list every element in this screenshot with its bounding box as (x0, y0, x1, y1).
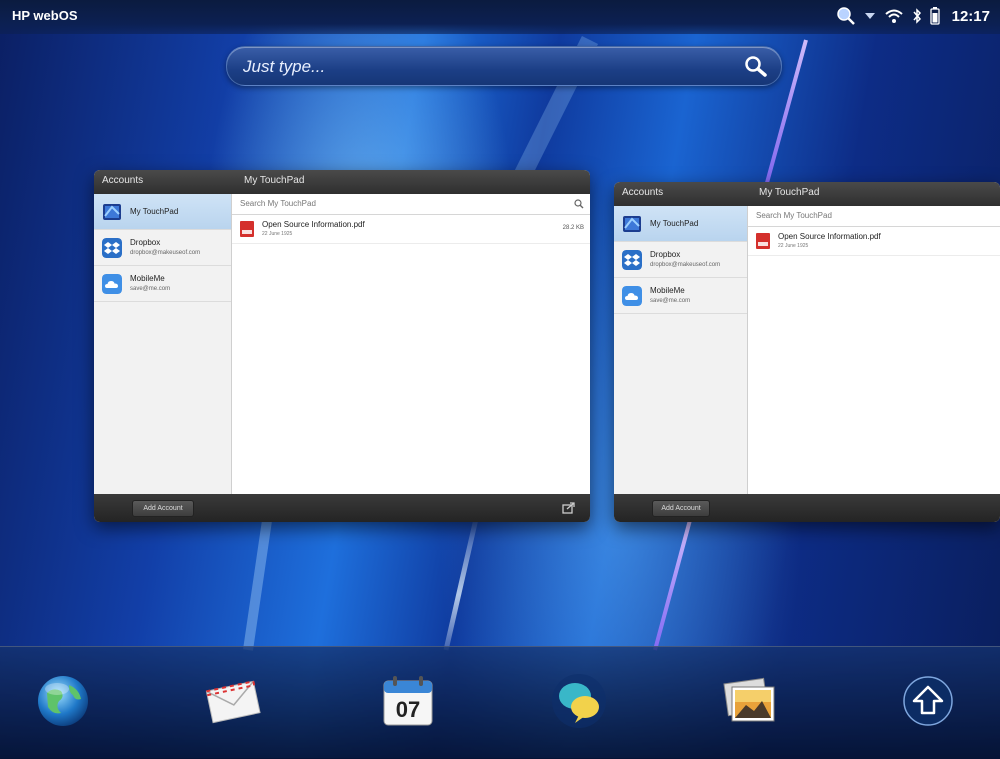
pane-title: My TouchPad (244, 175, 305, 186)
calendar-day: 07 (395, 697, 421, 722)
files-search-field[interactable]: Search My TouchPad (748, 206, 1000, 227)
search-icon[interactable] (743, 54, 769, 78)
accounts-sidebar: My TouchPad Dropbox dropbox@makeuseof.co… (614, 206, 748, 494)
globe-icon[interactable] (33, 671, 93, 731)
account-item-dropbox[interactable]: Dropbox dropbox@makeuseof.com (614, 242, 747, 278)
account-name: My TouchPad (130, 207, 179, 216)
card-header: Accounts My TouchPad (614, 182, 1000, 206)
wifi-icon[interactable] (884, 8, 904, 24)
pdf-file-icon (240, 221, 254, 237)
status-icons: 12:17 (836, 6, 990, 26)
touchpad-icon (103, 204, 121, 220)
add-account-button[interactable]: Add Account (652, 500, 710, 517)
chat-bubbles-icon[interactable] (549, 671, 609, 731)
accounts-sidebar: My TouchPad Dropbox dropbox@makeuseof.co… (94, 194, 232, 494)
app-card-touchpad-files[interactable]: Accounts My TouchPad My TouchPad Dropbox… (94, 170, 590, 522)
account-email: save@me.com (650, 298, 691, 304)
up-arrow-icon[interactable] (898, 671, 958, 731)
pane-title: My TouchPad (759, 187, 820, 198)
account-item-my-touchpad[interactable]: My TouchPad (94, 194, 231, 230)
dropbox-icon (622, 250, 642, 270)
quick-launch-dock: 07 (0, 646, 1000, 759)
account-item-dropbox[interactable]: Dropbox dropbox@makeuseof.com (94, 230, 231, 266)
status-bar: HP webOS 12:17 (0, 0, 1000, 34)
account-email: dropbox@makeuseof.com (650, 262, 721, 268)
accounts-header: Accounts (102, 175, 144, 186)
bluetooth-icon[interactable] (912, 8, 922, 24)
account-name: Dropbox (130, 238, 161, 247)
dropbox-icon (102, 238, 122, 258)
pdf-file-icon (756, 233, 770, 249)
card-header: Accounts My TouchPad (94, 170, 590, 194)
mobileme-cloud-icon (102, 274, 122, 294)
just-type-search-bar[interactable] (226, 46, 782, 86)
card-footer: Add Account (614, 494, 1000, 522)
battery-icon[interactable] (929, 7, 940, 25)
account-item-mobileme[interactable]: MobileMe save@me.com (614, 278, 747, 314)
account-name: MobileMe (650, 286, 685, 295)
file-date: 22 June 1925 (778, 243, 809, 249)
calendar-icon[interactable]: 07 (378, 671, 438, 731)
account-email: dropbox@makeuseof.com (130, 250, 201, 256)
files-pane: Search My TouchPad Open Source Informati… (748, 206, 1000, 494)
file-row[interactable]: Open Source Information.pdf 22 June 1925 (748, 227, 1000, 256)
files-pane: Search My TouchPad Open Source Informati… (232, 194, 590, 494)
photos-icon[interactable] (720, 671, 780, 731)
file-name: Open Source Information.pdf (262, 220, 365, 229)
just-type-input[interactable] (241, 53, 725, 81)
add-account-button[interactable]: Add Account (132, 500, 194, 517)
card-footer: Add Account (94, 494, 590, 522)
files-search-field[interactable]: Search My TouchPad (232, 194, 590, 215)
account-name: MobileMe (130, 274, 165, 283)
account-item-my-touchpad[interactable]: My TouchPad (614, 206, 747, 242)
accounts-header: Accounts (622, 187, 664, 198)
envelope-icon[interactable] (203, 671, 263, 731)
notification-search-icon[interactable] (836, 6, 856, 26)
account-name: My TouchPad (650, 219, 699, 228)
file-row[interactable]: Open Source Information.pdf 22 June 1925… (232, 215, 590, 244)
dropdown-arrow-icon[interactable] (864, 11, 876, 21)
account-name: Dropbox (650, 250, 681, 259)
file-date: 22 June 1925 (262, 231, 293, 237)
file-size: 28.2 KB (562, 225, 584, 231)
share-icon[interactable] (562, 502, 576, 514)
account-item-mobileme[interactable]: MobileMe save@me.com (94, 266, 231, 302)
files-search-placeholder: Search My TouchPad (240, 199, 316, 208)
device-name: HP webOS (12, 8, 78, 23)
clock: 12:17 (951, 7, 990, 25)
touchpad-icon (623, 216, 641, 232)
app-card-touchpad-files-2[interactable]: Accounts My TouchPad My TouchPad Dropbox… (614, 182, 1000, 522)
account-email: save@me.com (130, 286, 171, 292)
file-name: Open Source Information.pdf (778, 232, 881, 241)
search-icon[interactable] (574, 199, 584, 209)
mobileme-cloud-icon (622, 286, 642, 306)
files-search-placeholder: Search My TouchPad (756, 211, 832, 220)
